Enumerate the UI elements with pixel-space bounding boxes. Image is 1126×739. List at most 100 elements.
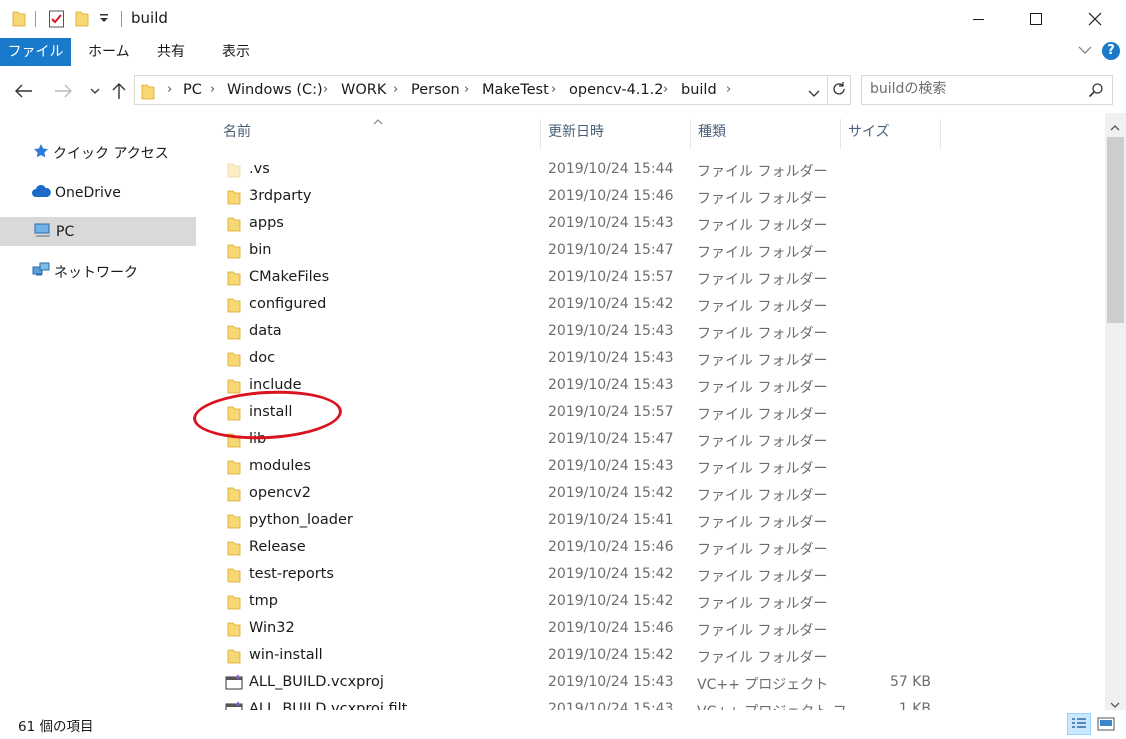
details-view-icon <box>1072 718 1086 728</box>
file-row[interactable]: modules 2019/10/24 15:43 ファイル フォルダー <box>213 454 1103 481</box>
file-date: 2019/10/24 15:43 <box>548 674 674 690</box>
file-row[interactable]: configured 2019/10/24 15:42 ファイル フォルダー <box>213 292 1103 319</box>
column-header-date[interactable]: 更新日時 <box>548 113 604 149</box>
file-row[interactable]: python_loader 2019/10/24 15:41 ファイル フォルダー <box>213 508 1103 535</box>
scroll-up-icon[interactable] <box>1110 119 1120 135</box>
file-row[interactable]: .vs 2019/10/24 15:44 ファイル フォルダー <box>213 157 1103 184</box>
file-date: 2019/10/24 15:42 <box>548 566 674 582</box>
sort-ascending-icon <box>373 113 383 129</box>
folder-icon <box>227 216 241 232</box>
chevron-right-icon: › <box>323 82 329 97</box>
search-box[interactable] <box>861 75 1113 105</box>
file-row[interactable]: CMakeFiles 2019/10/24 15:57 ファイル フォルダー <box>213 265 1103 292</box>
chevron-right-icon: › <box>663 82 669 97</box>
file-date: 2019/10/24 15:43 <box>548 701 674 710</box>
file-row[interactable]: doc 2019/10/24 15:43 ファイル フォルダー <box>213 346 1103 373</box>
help-icon[interactable]: ? <box>1102 42 1120 60</box>
file-row[interactable]: install 2019/10/24 15:57 ファイル フォルダー <box>213 400 1103 427</box>
file-name: tmp <box>249 593 279 609</box>
breadcrumb-person[interactable]: Person <box>411 82 460 98</box>
file-row[interactable]: apps 2019/10/24 15:43 ファイル フォルダー <box>213 211 1103 238</box>
minimize-button[interactable] <box>956 0 1002 38</box>
folder-icon <box>227 270 241 286</box>
tab-home[interactable]: ホーム <box>88 38 130 66</box>
nav-item-network[interactable]: ネットワーク <box>0 257 196 286</box>
address-dropdown-icon[interactable] <box>808 86 820 102</box>
scrollbar-thumb[interactable] <box>1107 137 1124 323</box>
tab-share[interactable]: 共有 <box>157 38 185 66</box>
ribbon: ファイル ホーム 共有 表示 ? <box>0 38 1126 68</box>
file-date: 2019/10/24 15:42 <box>548 647 674 663</box>
nav-item-onedrive[interactable]: OneDrive <box>0 178 196 207</box>
item-count: 61 個の項目 <box>18 719 94 735</box>
back-button[interactable] <box>11 78 37 104</box>
file-row[interactable]: ALL_BUILD.vcxproj.filt 2019/10/24 15:43 VC… <box>213 697 1103 710</box>
up-button[interactable] <box>106 78 132 104</box>
file-name: python_loader <box>249 512 353 528</box>
vertical-scrollbar[interactable] <box>1105 113 1126 710</box>
file-row[interactable]: Win32 2019/10/24 15:46 ファイル フォルダー <box>213 616 1103 643</box>
tab-view[interactable]: 表示 <box>222 38 250 66</box>
chevron-right-icon: › <box>464 82 470 97</box>
search-icon[interactable] <box>1088 82 1104 102</box>
details-view-button[interactable] <box>1067 713 1091 735</box>
file-date: 2019/10/24 15:42 <box>548 296 674 312</box>
maximize-button[interactable] <box>1013 0 1059 38</box>
new-folder-icon[interactable] <box>75 9 89 29</box>
search-input[interactable] <box>870 81 1080 97</box>
recent-locations-button[interactable] <box>82 78 108 104</box>
address-bar[interactable]: › PC › Windows (C:) › WORK › Person › Ma… <box>134 75 851 105</box>
file-row[interactable]: ALL_BUILD.vcxproj 2019/10/24 15:43 VC++ プロ… <box>213 670 1103 697</box>
refresh-icon[interactable] <box>831 81 847 101</box>
folder-icon <box>227 405 241 421</box>
file-type: ファイル フォルダー <box>697 380 828 396</box>
expand-ribbon-icon[interactable] <box>1078 43 1092 59</box>
file-row[interactable]: 3rdparty 2019/10/24 15:46 ファイル フォルダー <box>213 184 1103 211</box>
file-row[interactable]: test-reports 2019/10/24 15:42 ファイル フォルダー <box>213 562 1103 589</box>
column-divider[interactable] <box>840 119 841 149</box>
nav-item-label: OneDrive <box>55 184 121 201</box>
file-row[interactable]: include 2019/10/24 15:43 ファイル フォルダー <box>213 373 1103 400</box>
file-row[interactable]: Release 2019/10/24 15:46 ファイル フォルダー <box>213 535 1103 562</box>
file-row[interactable]: win-install 2019/10/24 15:42 ファイル フォルダー <box>213 643 1103 670</box>
file-row[interactable]: lib 2019/10/24 15:47 ファイル フォルダー <box>213 427 1103 454</box>
nav-item-pc[interactable]: PC <box>0 217 196 246</box>
folder-icon <box>227 486 241 502</box>
column-divider[interactable] <box>540 119 541 149</box>
file-row[interactable]: opencv2 2019/10/24 15:42 ファイル フォルダー <box>213 481 1103 508</box>
tab-file[interactable]: ファイル <box>0 38 71 66</box>
column-divider[interactable] <box>690 119 691 149</box>
file-date: 2019/10/24 15:43 <box>548 215 674 231</box>
navigation-pane: クイック アクセス OneDrive PC ネットワーク <box>0 113 205 710</box>
breadcrumb-pc[interactable]: PC <box>183 82 202 98</box>
file-size: 57 KB <box>889 674 931 690</box>
large-icons-view-button[interactable] <box>1094 713 1118 735</box>
properties-icon[interactable] <box>48 9 66 29</box>
breadcrumb-drive[interactable]: Windows (C:) <box>227 82 323 98</box>
chevron-right-icon: › <box>726 82 732 97</box>
file-name: CMakeFiles <box>249 269 330 285</box>
column-header-type[interactable]: 種類 <box>698 113 726 149</box>
column-header-name[interactable]: 名前 <box>223 113 251 149</box>
forward-button[interactable] <box>50 78 76 104</box>
network-icon <box>32 262 50 282</box>
breadcrumb-opencv[interactable]: opencv-4.1.2 <box>569 82 663 98</box>
file-row[interactable]: bin 2019/10/24 15:47 ファイル フォルダー <box>213 238 1103 265</box>
breadcrumb-work[interactable]: WORK <box>341 82 386 98</box>
folder-icon <box>227 567 241 583</box>
file-row[interactable]: tmp 2019/10/24 15:42 ファイル フォルダー <box>213 589 1103 616</box>
file-list: 名前 更新日時 種類 サイズ .vs 2019/10/24 15:44 ファイル フ… <box>213 113 1103 710</box>
breadcrumb-build[interactable]: build <box>681 82 717 98</box>
file-type: ファイル フォルダー <box>697 299 828 315</box>
nav-item-label: PC <box>56 223 75 240</box>
large-icons-view-icon <box>1097 717 1115 731</box>
file-date: 2019/10/24 15:47 <box>548 242 674 258</box>
close-button[interactable] <box>1072 0 1118 38</box>
nav-item-quick-access[interactable]: クイック アクセス <box>0 138 196 167</box>
maximize-icon <box>1030 13 1042 25</box>
breadcrumb-maketest[interactable]: MakeTest <box>482 82 549 98</box>
column-header-size[interactable]: サイズ <box>848 113 890 149</box>
file-row[interactable]: data 2019/10/24 15:43 ファイル フォルダー <box>213 319 1103 346</box>
customize-quick-access-icon[interactable] <box>99 12 109 32</box>
column-divider[interactable] <box>940 119 941 149</box>
